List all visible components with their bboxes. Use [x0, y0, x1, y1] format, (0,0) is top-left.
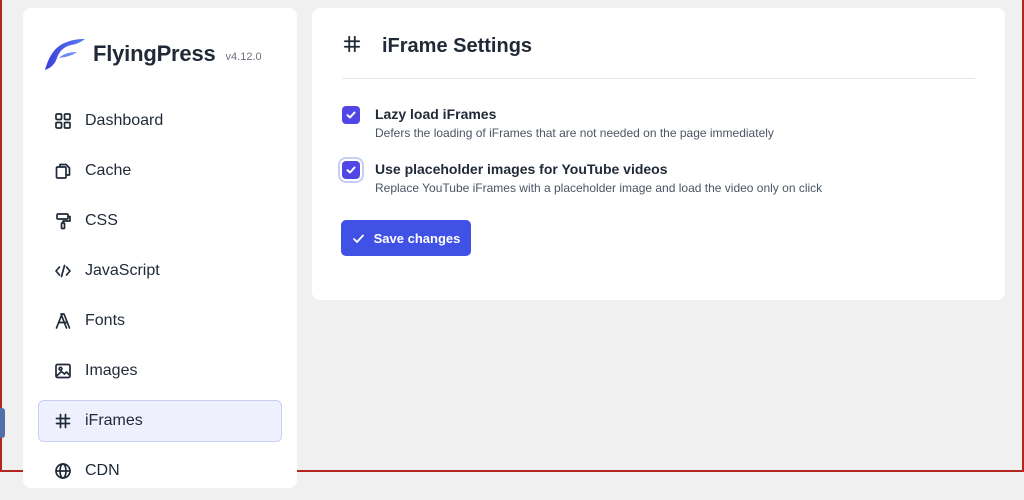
sidebar-item-label: Fonts	[85, 312, 126, 329]
option-title: Lazy load iFrames	[375, 106, 497, 122]
page-title: iFrame Settings	[382, 35, 533, 57]
sidebar-item-dashboard[interactable]: Dashboard	[38, 100, 282, 142]
header-divider	[342, 78, 975, 79]
sidebar-item-label: Dashboard	[85, 112, 164, 129]
brand-name: FlyingPress	[93, 41, 216, 66]
option-title: Use placeholder images for YouTube video…	[375, 161, 668, 177]
save-button-label: Save changes	[373, 230, 461, 246]
paint-roller-icon	[53, 211, 73, 231]
sidebar-item-iframes[interactable]: iFrames	[38, 400, 282, 442]
brand[interactable]: FlyingPress v4.12.0	[43, 36, 262, 72]
globe-icon	[53, 461, 73, 481]
option-description: Replace YouTube iFrames with a placehold…	[375, 181, 823, 195]
sidebar-item-images[interactable]: Images	[38, 350, 282, 392]
image-icon	[53, 361, 73, 381]
settings-panel: iFrame Settings Lazy load iFrames Defers…	[312, 8, 1005, 300]
dashboard-grid-icon	[53, 111, 73, 131]
flyingpress-logo-icon	[45, 39, 85, 70]
sidebar-item-label: JavaScript	[85, 262, 160, 279]
sidebar-item-fonts[interactable]: Fonts	[38, 300, 282, 342]
sidebar-item-label: Images	[85, 362, 138, 379]
option-youtube-placeholder: Use placeholder images for YouTube video…	[342, 160, 822, 196]
copy-files-icon	[53, 161, 73, 181]
check-icon	[352, 234, 364, 243]
collapse-handle[interactable]	[0, 408, 5, 438]
save-button[interactable]: Save changes	[341, 220, 471, 256]
sidebar-item-label: CSS	[85, 212, 118, 229]
panel-header: iFrame Settings	[342, 34, 532, 59]
sidebar-item-label: iFrames	[85, 412, 143, 429]
checkmark-icon	[346, 166, 356, 174]
sidebar: FlyingPress v4.12.0 Dashboard Cache CSS …	[23, 8, 297, 488]
option-description: Defers the loading of iFrames that are n…	[375, 126, 774, 140]
sidebar-item-css[interactable]: CSS	[38, 200, 282, 242]
window-border-left	[0, 0, 2, 472]
sidebar-item-label: Cache	[85, 162, 132, 179]
sidebar-item-cache[interactable]: Cache	[38, 150, 282, 192]
option-lazy-load-iframes: Lazy load iFrames Defers the loading of …	[342, 105, 774, 141]
brand-version: v4.12.0	[225, 51, 262, 63]
lazy-load-checkbox[interactable]	[342, 106, 360, 124]
sidebar-item-label: CDN	[85, 462, 120, 479]
checkmark-icon	[346, 111, 356, 119]
code-brackets-icon	[53, 261, 73, 281]
font-letter-icon	[53, 311, 73, 331]
hash-icon	[53, 411, 73, 431]
youtube-placeholder-checkbox[interactable]	[342, 161, 360, 179]
hash-icon	[342, 34, 362, 59]
sidebar-item-cdn[interactable]: CDN	[38, 450, 282, 492]
sidebar-item-javascript[interactable]: JavaScript	[38, 250, 282, 292]
sidebar-nav: Dashboard Cache CSS JavaScript Fonts Ima…	[38, 100, 282, 500]
